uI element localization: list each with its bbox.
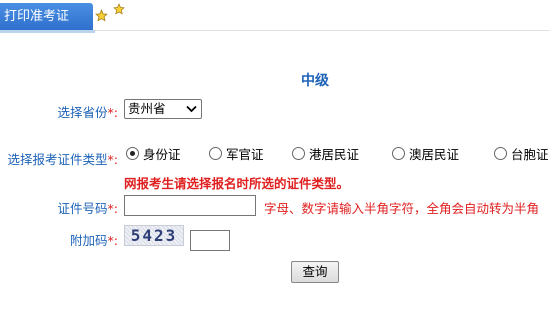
radio-button[interactable] <box>392 147 405 160</box>
cert-number-label: 证件号码*: <box>57 201 118 216</box>
chevron-down-icon <box>186 105 197 113</box>
province-label: 选择省份*: <box>57 105 118 120</box>
tab-underline <box>0 30 95 33</box>
radio-button[interactable] <box>209 147 222 160</box>
query-button[interactable]: 查询 <box>291 261 339 283</box>
captcha-image[interactable]: 5423 <box>124 225 184 246</box>
radio-hk-resident[interactable]: 港居民证 <box>292 144 359 162</box>
radio-id-card[interactable]: 身份证 <box>126 144 181 162</box>
cert-type-warning: 网报考生请选择报名时所选的证件类型。 <box>124 176 350 191</box>
page-title: 中级 <box>301 73 329 89</box>
cert-number-hint: 字母、数字请输入半角字符，全角会自动转为半角 <box>264 201 540 216</box>
radio-button[interactable] <box>494 147 507 160</box>
radio-taiwan-compatriot[interactable]: 台胞证 <box>494 144 549 162</box>
captcha-label: 附加码*: <box>70 233 118 248</box>
radio-military-card[interactable]: 军官证 <box>209 144 264 162</box>
radio-button[interactable] <box>292 147 305 160</box>
captcha-input[interactable] <box>190 230 230 251</box>
star-icon[interactable] <box>113 3 125 15</box>
radio-macau-resident[interactable]: 澳居民证 <box>392 144 459 162</box>
cert-type-label: 选择报考证件类型*: <box>7 152 118 167</box>
province-select[interactable]: 贵州省 <box>124 99 202 119</box>
star-icon[interactable] <box>95 9 108 22</box>
radio-button[interactable] <box>126 147 139 160</box>
cert-number-input[interactable] <box>124 195 256 216</box>
tab-print-admission[interactable]: 打印准考证 <box>0 3 93 31</box>
